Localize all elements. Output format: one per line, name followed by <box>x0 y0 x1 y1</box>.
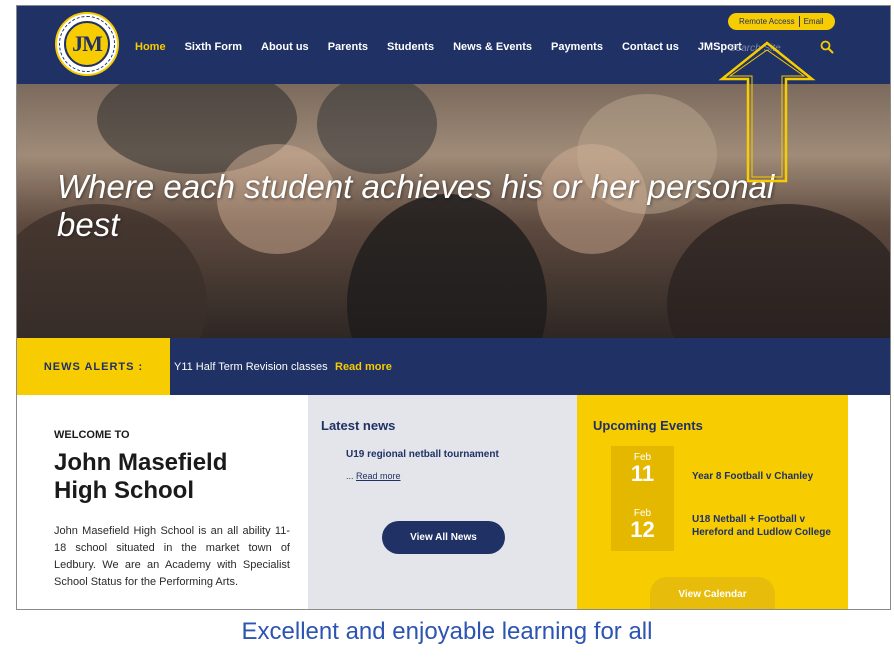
annotation-up-arrow-icon <box>718 41 816 183</box>
nav-payments[interactable]: Payments <box>551 41 603 53</box>
quick-links-pill: Remote Access Email <box>728 13 835 30</box>
school-name-heading: John Masefield High School <box>54 449 228 504</box>
school-logo[interactable]: JM <box>55 12 119 76</box>
news-more-ellipsis: ... <box>346 471 357 481</box>
nav-about-us[interactable]: About us <box>261 41 309 53</box>
news-read-more-link[interactable]: Read more <box>356 471 401 481</box>
event-date-2: Feb 12 <box>611 508 674 541</box>
news-alerts-label: NEWS ALERTS : <box>17 338 170 395</box>
event-item-2[interactable]: U18 Netball + Football v Hereford and Lu… <box>692 513 842 539</box>
welcome-pre-title: WELCOME TO <box>54 429 130 441</box>
news-alert-text: Y11 Half Term Revision classes <box>174 361 328 373</box>
slogan-caption: Excellent and enjoyable learning for all <box>241 618 653 645</box>
main-nav: Home Sixth Form About us Parents Student… <box>135 41 742 53</box>
event-date-1: Feb 11 <box>611 452 674 485</box>
event-1-day: 11 <box>630 461 655 486</box>
welcome-description: John Masefield High School is an all abi… <box>54 525 290 588</box>
news-item-title[interactable]: U19 regional netball tournament <box>346 449 499 460</box>
hero-title: Where each student achieves his or her p… <box>57 168 775 243</box>
nav-parents[interactable]: Parents <box>328 41 368 53</box>
event-dates-column: Feb 11 Feb 12 <box>611 446 674 551</box>
remote-access-link[interactable]: Remote Access <box>735 17 799 26</box>
event-2-day: 12 <box>630 517 655 542</box>
nav-sixth-form[interactable]: Sixth Form <box>185 41 242 53</box>
view-all-news-button[interactable]: View All News <box>382 521 505 554</box>
news-alert-read-more[interactable]: Read more <box>335 361 392 373</box>
upcoming-events-heading: Upcoming Events <box>593 418 703 433</box>
nav-home[interactable]: Home <box>135 41 166 53</box>
welcome-panel: WELCOME TO John Masefield High School Jo… <box>17 395 308 609</box>
latest-news-heading: Latest news <box>321 418 396 433</box>
email-link[interactable]: Email <box>800 17 828 26</box>
right-edge-strip <box>848 395 890 609</box>
hero-photo-record <box>317 84 437 174</box>
latest-news-panel: Latest news U19 regional netball tournam… <box>308 395 577 609</box>
view-calendar-button[interactable]: View Calendar <box>650 577 775 609</box>
nav-news-events[interactable]: News & Events <box>453 41 532 53</box>
website-screenshot: JM Home Sixth Form About us Parents Stud… <box>16 5 891 610</box>
news-item-more: ... Read more <box>346 471 401 481</box>
upcoming-events-panel: Upcoming Events Feb 11 Feb 12 Year 8 Foo… <box>577 395 848 609</box>
logo-ring <box>59 16 115 72</box>
nav-contact-us[interactable]: Contact us <box>622 41 679 53</box>
event-item-1[interactable]: Year 8 Football v Chanley <box>692 470 842 483</box>
nav-students[interactable]: Students <box>387 41 434 53</box>
news-alerts-bar: NEWS ALERTS : Y11 Half Term Revision cla… <box>17 338 890 395</box>
search-icon[interactable] <box>820 40 834 54</box>
